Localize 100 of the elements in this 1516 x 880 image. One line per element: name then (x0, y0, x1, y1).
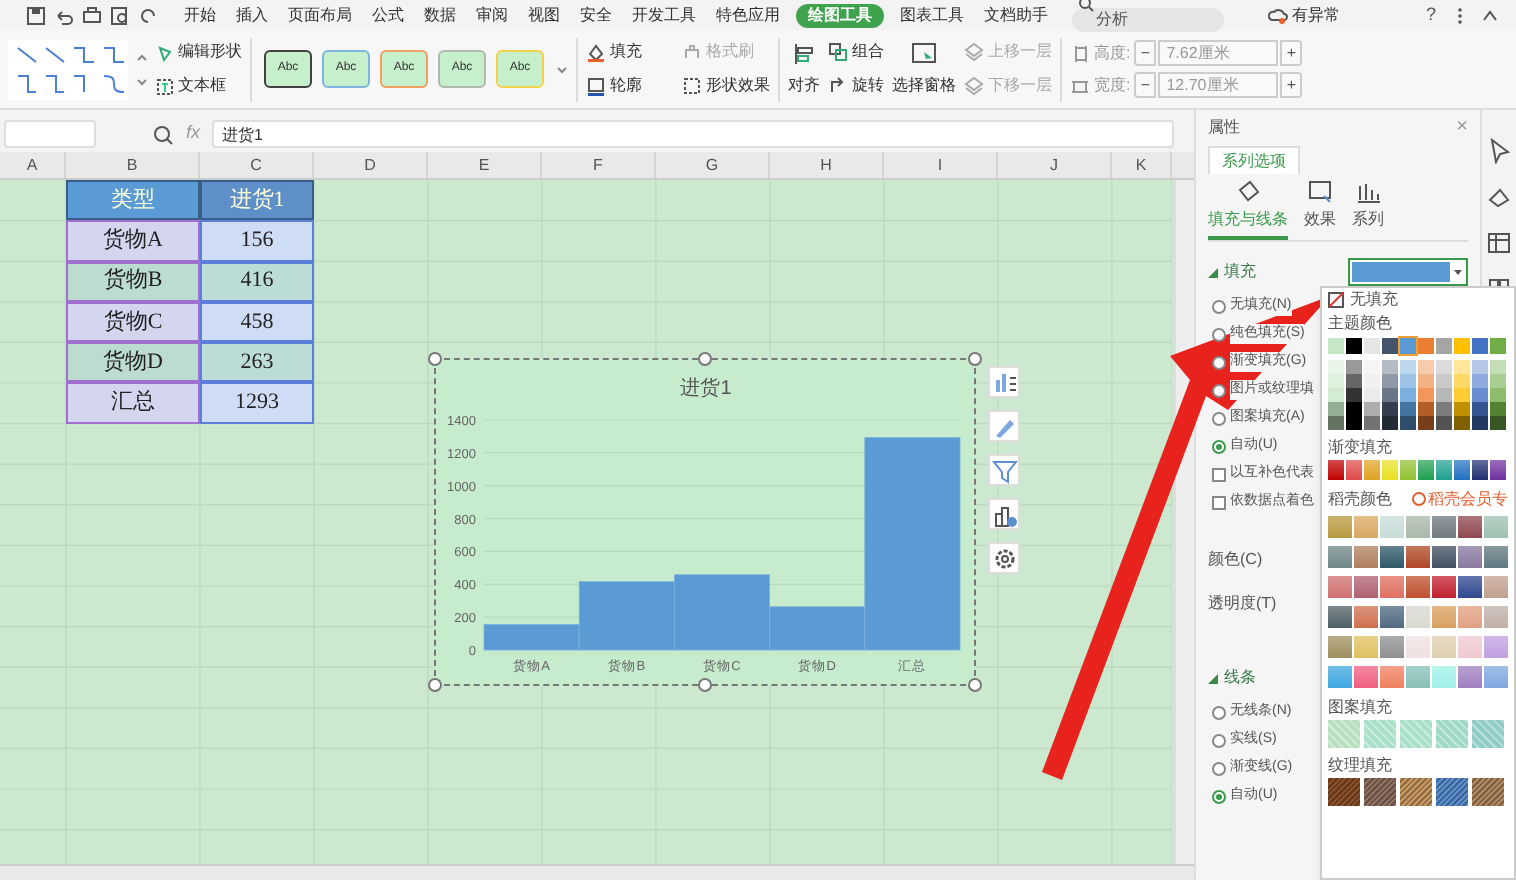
gradient-swatch[interactable] (1432, 636, 1456, 658)
color-swatch[interactable] (1472, 338, 1488, 354)
search-field[interactable]: 分析 (1072, 7, 1224, 31)
rotate-button[interactable]: 旋转 (828, 74, 884, 98)
gradient-swatch[interactable] (1484, 636, 1508, 658)
gradient-swatch[interactable] (1436, 460, 1452, 480)
gradient-swatch[interactable] (1354, 606, 1378, 628)
gradient-swatch[interactable] (1406, 666, 1430, 688)
gradient-swatch[interactable] (1328, 516, 1352, 538)
resize-handle[interactable] (428, 678, 442, 692)
texture-swatch[interactable] (1328, 778, 1360, 806)
color-swatch[interactable] (1436, 338, 1452, 354)
cursor-icon[interactable] (1486, 138, 1512, 164)
menu-tab[interactable]: 特色应用 (712, 3, 784, 27)
pattern-swatch[interactable] (1328, 720, 1360, 748)
gradient-swatch[interactable] (1432, 666, 1456, 688)
format-command-button[interactable]: 轮廓 (586, 74, 674, 98)
column-header[interactable]: B (66, 152, 200, 178)
menu-tab[interactable]: 数据 (420, 3, 460, 27)
color-swatch[interactable] (1400, 338, 1416, 354)
bar[interactable] (578, 581, 675, 651)
bar[interactable] (769, 606, 866, 651)
format-command-button[interactable]: 形状效果 (682, 74, 770, 98)
gradient-swatch[interactable] (1380, 606, 1404, 628)
gradient-swatch[interactable] (1472, 460, 1488, 480)
text-box-button[interactable]: 文本框 (156, 74, 242, 98)
menu-tab[interactable]: 开发工具 (628, 3, 700, 27)
gradient-swatch[interactable] (1354, 546, 1378, 568)
gradient-swatch[interactable] (1432, 576, 1456, 598)
menu-tab[interactable]: 图表工具 (896, 3, 968, 27)
gradient-swatch[interactable] (1406, 576, 1430, 598)
gradient-swatch[interactable] (1458, 666, 1482, 688)
color-swatch[interactable] (1346, 338, 1362, 354)
shade-column[interactable] (1454, 360, 1470, 430)
gradient-swatch[interactable] (1380, 666, 1404, 688)
decrement-button[interactable]: − (1134, 40, 1157, 66)
gradient-swatch[interactable] (1406, 636, 1430, 658)
gradient-swatch[interactable] (1328, 576, 1352, 598)
menu-tab[interactable]: 审阅 (472, 3, 512, 27)
selection-pane-button[interactable]: 选择窗格 (892, 40, 956, 98)
help-icon[interactable]: ? (1425, 1, 1436, 29)
column-header[interactable]: E (428, 152, 542, 178)
gradient-swatch[interactable] (1328, 666, 1352, 688)
gradient-swatch[interactable] (1490, 460, 1506, 480)
gradient-swatch[interactable] (1380, 636, 1404, 658)
panel-subtab[interactable]: 系列 (1352, 178, 1384, 240)
fill-color-dropdown[interactable] (1348, 258, 1468, 286)
gradient-swatch[interactable] (1432, 606, 1456, 628)
gradient-swatch[interactable] (1432, 546, 1456, 568)
gradient-swatch[interactable] (1406, 546, 1430, 568)
gradient-swatch[interactable] (1328, 460, 1344, 480)
gradient-swatch[interactable] (1458, 606, 1482, 628)
gradient-swatch[interactable] (1380, 546, 1404, 568)
menu-tab[interactable]: 页面布局 (284, 3, 356, 27)
column-header[interactable]: K (1112, 152, 1172, 178)
format-command-button[interactable]: 填充 (586, 40, 674, 64)
gradient-swatch[interactable] (1454, 460, 1470, 480)
column-header[interactable]: D (314, 152, 428, 178)
menu-tab[interactable]: 文档助手 (980, 3, 1052, 27)
texture-swatch[interactable] (1436, 778, 1468, 806)
column-header[interactable]: F (542, 152, 656, 178)
pattern-swatch[interactable] (1472, 720, 1504, 748)
pattern-swatch[interactable] (1400, 720, 1432, 748)
gradient-swatch[interactable] (1484, 546, 1508, 568)
resize-handle[interactable] (698, 352, 712, 366)
decrement-button[interactable]: − (1134, 72, 1157, 98)
menu-tab[interactable]: 安全 (576, 3, 616, 27)
column-header[interactable]: G (656, 152, 770, 178)
align-button[interactable]: 对齐 (788, 41, 820, 97)
texture-swatch[interactable] (1364, 778, 1396, 806)
resize-handle[interactable] (968, 352, 982, 366)
panel-subtab[interactable]: 效果 (1304, 178, 1336, 240)
no-fill-option[interactable]: 无填充 (1328, 288, 1398, 312)
series-options-tab[interactable]: 系列选项 (1208, 146, 1300, 174)
gradient-swatch[interactable] (1354, 516, 1378, 538)
gradient-swatch[interactable] (1354, 576, 1378, 598)
status-label[interactable]: 有异常 (1292, 3, 1340, 27)
name-box[interactable] (4, 120, 96, 148)
shade-column[interactable] (1364, 360, 1380, 430)
menu-tab[interactable]: 插入 (232, 3, 272, 27)
color-swatch[interactable] (1418, 338, 1434, 354)
filter-button[interactable] (988, 454, 1020, 486)
gradient-swatch[interactable] (1458, 516, 1482, 538)
shade-column[interactable] (1490, 360, 1506, 430)
resize-handle[interactable] (428, 352, 442, 366)
gradient-swatch[interactable] (1484, 666, 1508, 688)
gradient-swatch[interactable] (1364, 460, 1380, 480)
gradient-swatch[interactable] (1484, 576, 1508, 598)
bar[interactable] (674, 574, 770, 651)
resize-handle[interactable] (698, 678, 712, 692)
pattern-swatch[interactable] (1436, 720, 1468, 748)
gradient-swatch[interactable] (1354, 666, 1378, 688)
gradient-swatch[interactable] (1458, 576, 1482, 598)
gradient-swatch[interactable] (1328, 636, 1352, 658)
settings-button[interactable] (988, 542, 1020, 574)
brush-button[interactable] (988, 410, 1020, 442)
shade-column[interactable] (1418, 360, 1434, 430)
gradient-swatch[interactable] (1458, 636, 1482, 658)
bar[interactable] (483, 623, 580, 651)
menu-tab[interactable]: 开始 (180, 3, 220, 27)
